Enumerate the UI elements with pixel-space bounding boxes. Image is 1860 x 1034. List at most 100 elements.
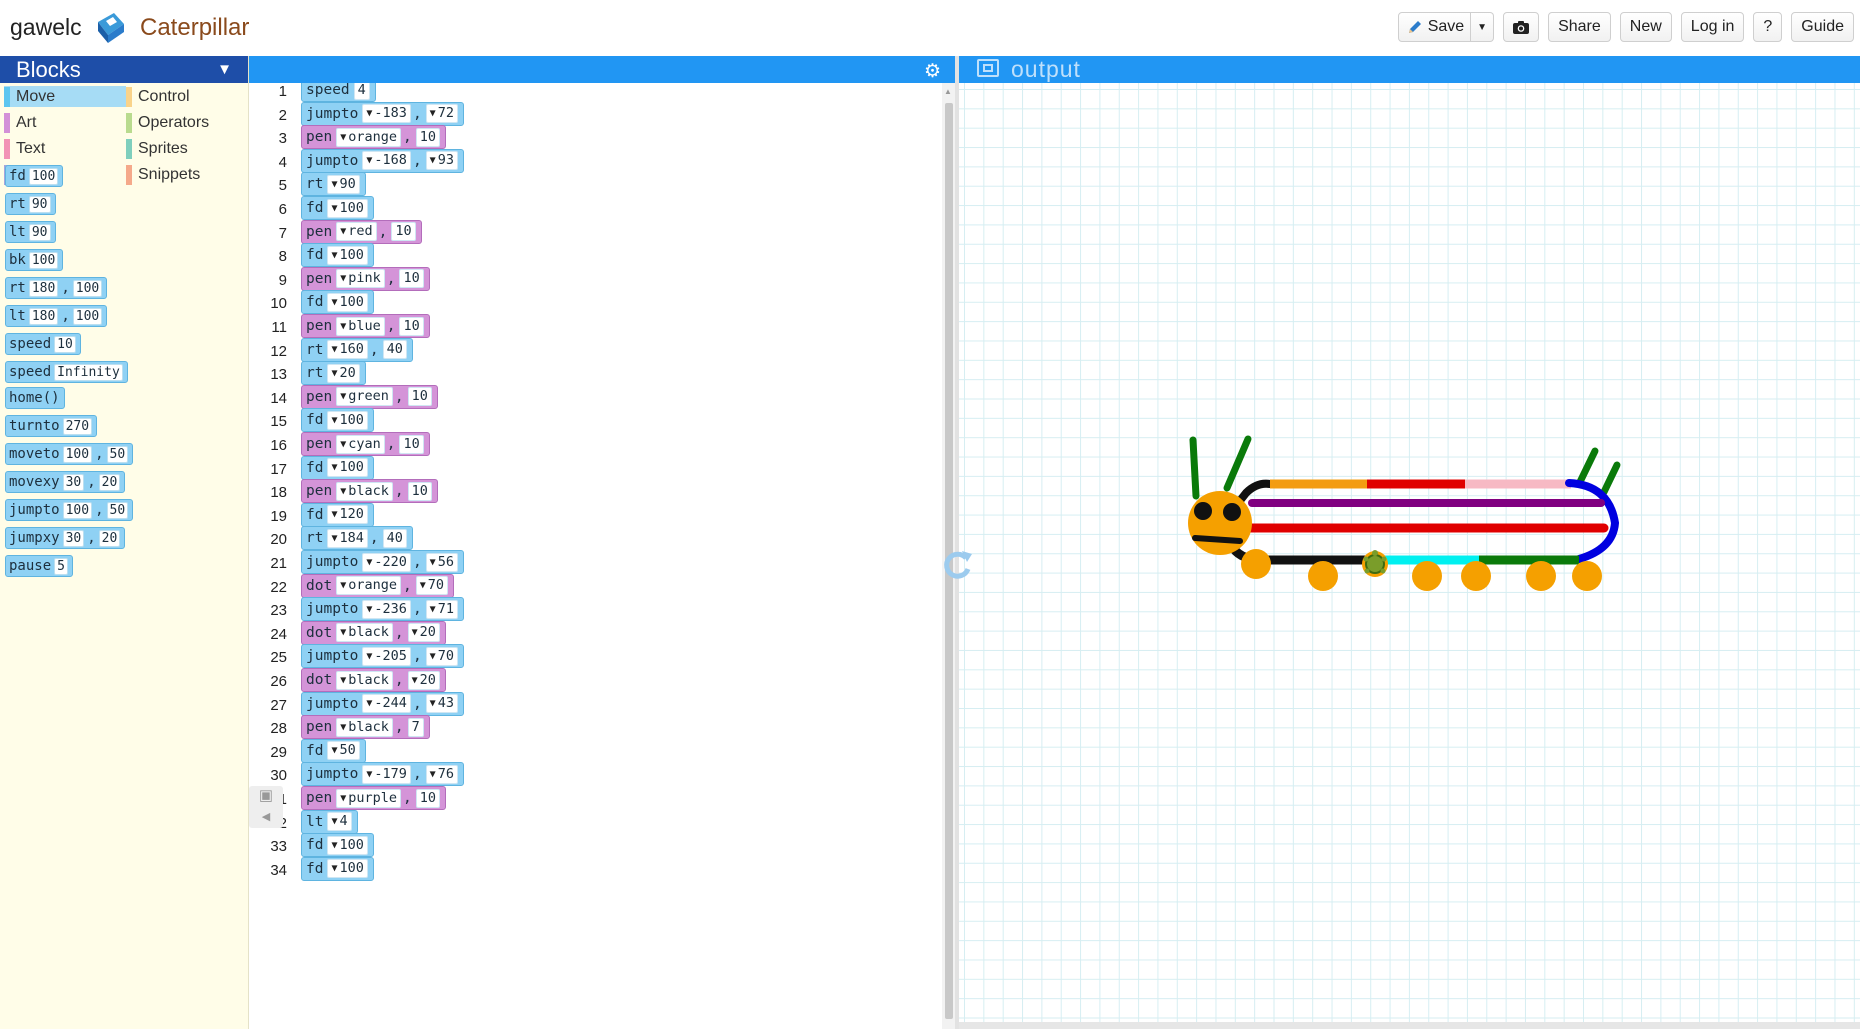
block-argument[interactable]: ▼ 50 [327, 741, 360, 761]
dropdown-arrow-icon[interactable]: ▼ [340, 129, 346, 146]
block-argument[interactable]: 7 [407, 717, 424, 737]
block-argument[interactable]: ▼ 4 [327, 812, 352, 832]
block-argument[interactable]: ▼ 70 [425, 646, 458, 666]
block-argument[interactable]: ▼ 100 [327, 245, 368, 265]
save-options-dropdown[interactable]: ▼ [1471, 12, 1495, 42]
output-scrollbar[interactable] [959, 1022, 1860, 1029]
block-argument[interactable]: ▼ -179 [362, 764, 411, 784]
block-argument[interactable]: ▼ 56 [425, 552, 458, 572]
dropdown-arrow-icon[interactable]: ▼ [430, 601, 436, 618]
code-block-fd[interactable]: fd ▼ 100 [301, 408, 374, 433]
code-block-dot[interactable]: dot ▼ black, ▼ 20 [301, 668, 446, 692]
dropdown-arrow-icon[interactable]: ▼ [366, 554, 372, 571]
block-argument[interactable]: ▼ 184 [327, 528, 368, 548]
dropdown-arrow-icon[interactable]: ▼ [430, 152, 436, 169]
new-button[interactable]: New [1619, 12, 1672, 42]
palette-block-jumpto[interactable]: jumpto 100, 50 [5, 499, 134, 521]
palette-block-lt[interactable]: lt 90 [5, 221, 56, 243]
dropdown-arrow-icon[interactable]: ▼ [331, 837, 337, 854]
code-block-fd[interactable]: fd ▼ 100 [301, 455, 374, 480]
dropdown-arrow-icon[interactable]: ▼ [366, 766, 372, 783]
comment-toggle-button[interactable]: ▣ ◀ [249, 786, 283, 828]
block-argument[interactable]: ▼ 70 [415, 576, 449, 596]
block-argument[interactable]: 100 [72, 279, 103, 297]
block-argument[interactable]: ▼ -236 [362, 599, 411, 619]
dropdown-arrow-icon[interactable]: ▼ [331, 506, 337, 523]
block-argument[interactable]: 180 [28, 307, 59, 325]
code-block-pen[interactable]: pen ▼ green, 10 [301, 384, 438, 409]
dropdown-arrow-icon[interactable]: ▼ [340, 624, 346, 641]
scroll-up-arrow-icon[interactable]: ▲ [944, 87, 952, 96]
code-block-fd[interactable]: fd ▼ 100 [301, 290, 374, 315]
collapse-triangle-icon[interactable]: ▼ [217, 61, 232, 78]
palette-block-pause[interactable]: pause 5 [5, 555, 73, 577]
block-argument[interactable]: 10 [399, 269, 424, 289]
block-argument[interactable]: ▼ black [336, 670, 393, 690]
dropdown-arrow-icon[interactable]: ▼ [366, 152, 372, 169]
block-argument[interactable]: 100 [62, 501, 93, 519]
block-editor[interactable]: 1 2 3 4 5 6 7 8 9 10 11 12 13 14 15 16 17 18 19 20 21 22 23 24 2… [249, 83, 955, 1029]
code-block-jumpto[interactable]: jumpto ▼ -220, ▼ 56 [301, 550, 464, 574]
block-argument[interactable]: 20 [98, 529, 121, 547]
dropdown-arrow-icon[interactable]: ▼ [430, 766, 436, 783]
dropdown-arrow-icon[interactable]: ▼ [340, 672, 346, 689]
code-block-pen[interactable]: pen ▼ red, 10 [301, 219, 422, 244]
block-argument[interactable]: 10 [415, 788, 441, 808]
code-block-fd[interactable]: fd ▼ 100 [301, 243, 374, 268]
code-block-fd[interactable]: fd ▼ 100 [301, 833, 374, 858]
dropdown-arrow-icon[interactable]: ▼ [331, 247, 337, 264]
code-block-rt[interactable]: rt ▼ 184, 40 [301, 526, 413, 551]
palette-block-moveto[interactable]: moveto 100, 50 [5, 443, 134, 465]
palette-block-fd[interactable]: fd 100 [5, 165, 64, 187]
code-block-pen[interactable]: pen ▼ blue, 10 [301, 314, 430, 338]
code-block-rt[interactable]: rt ▼ 160, 40 [301, 337, 413, 362]
block-argument[interactable]: 40 [382, 340, 407, 360]
refresh-run-icon[interactable] [940, 548, 974, 582]
palette-block-rt[interactable]: rt 180, 100 [5, 277, 108, 299]
block-argument[interactable]: 10 [399, 434, 424, 454]
code-block-rt[interactable]: rt ▼ 20 [301, 361, 366, 386]
code-block-fd[interactable]: fd ▼ 100 [301, 196, 374, 220]
block-argument[interactable]: ▼ -205 [362, 646, 411, 666]
category-operators[interactable]: Operators [126, 112, 244, 133]
block-argument[interactable]: ▼ purple [336, 788, 402, 808]
palette-block-home[interactable]: home() [5, 387, 65, 409]
block-argument[interactable]: 90 [28, 195, 51, 213]
category-text[interactable]: Text [4, 138, 126, 159]
block-argument[interactable]: 100 [28, 167, 59, 185]
code-block-rt[interactable]: rt ▼ 90 [301, 172, 366, 197]
dropdown-arrow-icon[interactable]: ▼ [430, 695, 436, 712]
block-argument[interactable]: ▼ 120 [327, 505, 368, 525]
block-argument[interactable]: ▼ -244 [362, 694, 411, 714]
dropdown-arrow-icon[interactable]: ▼ [331, 412, 337, 429]
code-block-fd[interactable]: fd ▼ 50 [301, 738, 366, 763]
code-block-jumpto[interactable]: jumpto ▼ -168, ▼ 93 [301, 148, 464, 173]
dropdown-arrow-icon[interactable]: ▼ [366, 648, 372, 665]
dropdown-arrow-icon[interactable]: ▼ [366, 695, 372, 712]
palette-block-speed[interactable]: speed Infinity [5, 361, 128, 383]
block-argument[interactable]: ▼ 100 [327, 835, 368, 855]
palette-block-rt[interactable]: rt 90 [5, 193, 56, 215]
block-argument[interactable]: ▼ red [336, 222, 377, 242]
block-argument[interactable]: ▼ 93 [425, 151, 458, 171]
block-argument[interactable]: ▼ 100 [327, 458, 368, 478]
dropdown-arrow-icon[interactable]: ▼ [331, 459, 337, 476]
block-argument[interactable]: ▼ black [336, 717, 393, 737]
category-control[interactable]: Control [126, 86, 244, 107]
project-title[interactable]: Caterpillar [140, 14, 249, 42]
block-argument[interactable]: ▼ 100 [327, 198, 368, 218]
output-canvas[interactable] [959, 83, 1860, 1029]
block-argument[interactable]: ▼ cyan [336, 434, 385, 454]
block-argument[interactable]: ▼ 20 [327, 363, 360, 383]
dropdown-arrow-icon[interactable]: ▼ [412, 672, 418, 689]
help-button[interactable]: ? [1753, 12, 1783, 42]
block-argument[interactable]: ▼ 20 [407, 623, 440, 643]
dropdown-arrow-icon[interactable]: ▼ [340, 223, 346, 240]
block-argument[interactable]: 30 [62, 473, 85, 491]
dropdown-arrow-icon[interactable]: ▼ [340, 577, 346, 594]
block-argument[interactable]: ▼ 100 [327, 859, 368, 879]
code-block-jumpto[interactable]: jumpto ▼ -179, ▼ 76 [301, 762, 464, 787]
code-block-lt[interactable]: lt ▼ 4 [301, 809, 358, 834]
dropdown-arrow-icon[interactable]: ▼ [430, 648, 436, 665]
dropdown-arrow-icon[interactable]: ▼ [331, 341, 337, 358]
